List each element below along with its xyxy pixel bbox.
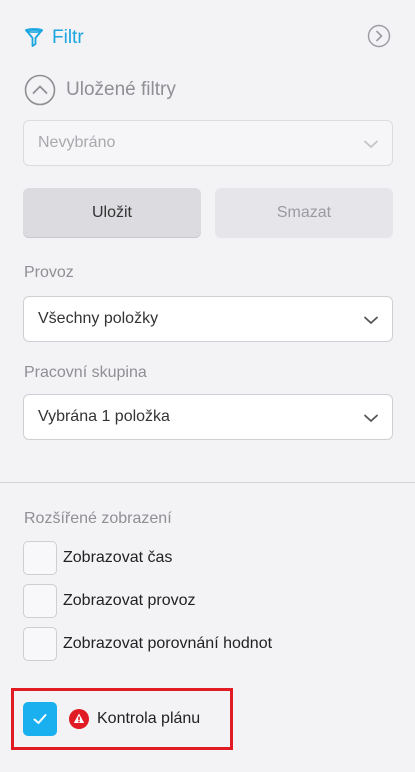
option-show-comparison[interactable]: Zobrazovat porovnání hodnot [23,627,272,661]
option-show-time[interactable]: Zobrazovat čas [23,541,172,575]
work-group-select-value: Vybrána 1 položka [38,408,170,425]
provoz-select[interactable]: Všechny položky [23,296,393,342]
save-filter-button-label: Uložit [91,204,132,221]
chevron-down-icon [364,316,378,324]
chevron-down-icon [364,140,378,148]
saved-filters-title: Uložené filtry [66,79,176,100]
warning-icon [69,709,89,729]
option-show-provoz[interactable]: Zobrazovat provoz [23,584,196,618]
work-group-select[interactable]: Vybrána 1 položka [23,394,393,440]
saved-filter-select[interactable]: Nevybráno [23,120,393,166]
saved-filters-header: Uložené filtry [24,74,176,106]
option-plan-check[interactable]: Kontrola plánu [23,702,200,736]
plan-check-checkbox[interactable] [23,702,57,736]
checkmark-icon [33,714,47,724]
delete-filter-button-label: Smazat [276,204,332,221]
show-comparison-checkbox[interactable] [23,627,57,661]
provoz-select-value: Všechny položky [38,310,159,327]
chevron-down-icon [364,414,378,422]
filter-title: Filtr [52,27,84,48]
chevron-up-circle-icon[interactable] [24,74,56,106]
section-divider [0,482,415,483]
filter-panel: Filtr Uložené filtry Nevybráno Uložit Sm… [0,0,415,772]
plan-check-label: Kontrola plánu [97,710,201,727]
filter-header: Filtr [24,24,391,52]
collapse-panel-button[interactable] [367,24,391,48]
work-group-label: Pracovní skupina [24,364,147,381]
filter-funnel-icon [25,28,43,47]
provoz-label: Provoz [24,264,74,281]
show-time-checkbox[interactable] [23,541,57,575]
save-filter-button[interactable]: Uložit [23,188,201,238]
show-comparison-label: Zobrazovat porovnání hodnot [63,635,273,652]
show-provoz-label: Zobrazovat provoz [63,592,196,609]
saved-filter-select-value: Nevybráno [38,134,116,151]
delete-filter-button[interactable]: Smazat [215,188,393,238]
extended-view-label: Rozšířené zobrazení [24,510,172,527]
show-time-label: Zobrazovat čas [63,549,173,566]
show-provoz-checkbox[interactable] [23,584,57,618]
